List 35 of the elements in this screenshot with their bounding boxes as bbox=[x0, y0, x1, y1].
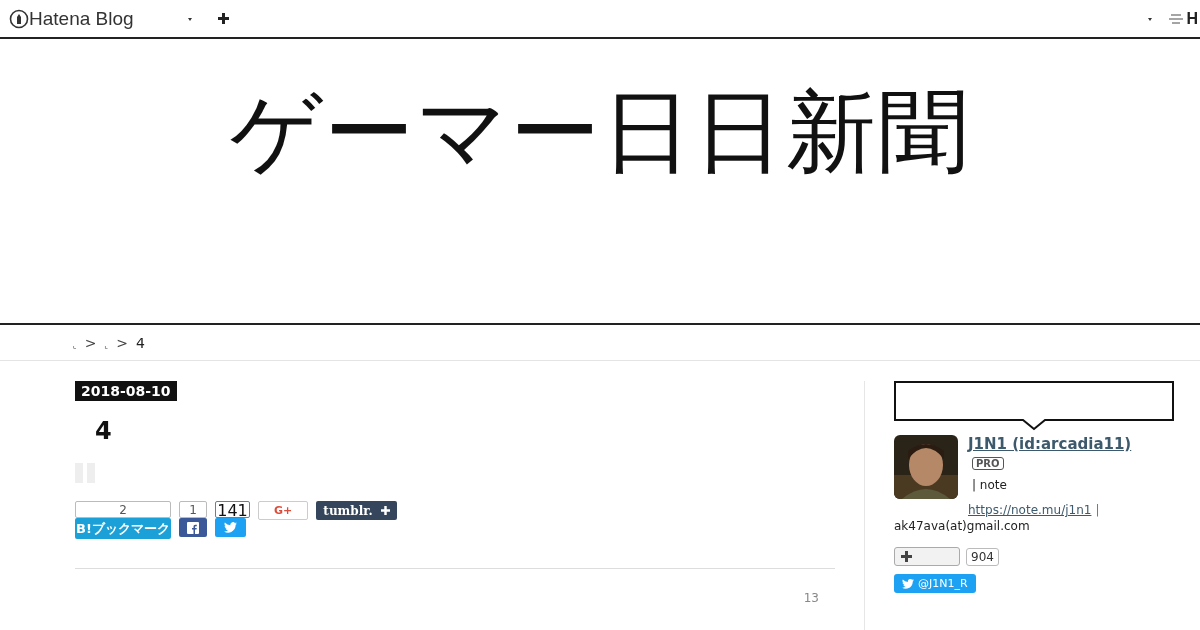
entry-date[interactable]: 2018-08-10 bbox=[75, 381, 177, 401]
caret-icon[interactable] bbox=[185, 15, 194, 22]
facebook-button[interactable] bbox=[179, 518, 207, 537]
user-menu-text[interactable]: H bbox=[1186, 9, 1198, 28]
bird-icon bbox=[224, 522, 237, 533]
bird-icon bbox=[902, 578, 914, 589]
bio-text: | note bbox=[972, 478, 1007, 492]
twitter-button[interactable] bbox=[215, 518, 246, 537]
tweet-count: 141 bbox=[215, 501, 250, 518]
facebook-icon bbox=[187, 521, 199, 534]
breadcrumb-current: 4 bbox=[135, 334, 145, 351]
logo-text[interactable]: Hatena Blog bbox=[29, 7, 134, 30]
breadcrumb-separator: > bbox=[84, 334, 97, 351]
pro-badge: PRO bbox=[972, 457, 1004, 470]
plus-icon bbox=[901, 551, 912, 562]
count-text: 13 bbox=[803, 591, 819, 605]
separator-text: | bbox=[1095, 503, 1100, 517]
breadcrumb-link[interactable]: ⌞ bbox=[104, 341, 109, 350]
google-plus-button[interactable]: G+ bbox=[258, 501, 308, 520]
caret-icon[interactable] bbox=[1146, 15, 1155, 22]
entry-title[interactable]: 4 bbox=[95, 417, 112, 445]
user-name-link[interactable]: J1N1 (id:arcadia11) bbox=[968, 435, 1132, 453]
note-link[interactable]: https://note.mu/j1n1 bbox=[968, 503, 1092, 517]
bookmark-count: 2 bbox=[75, 501, 171, 518]
follower-count: 904 bbox=[966, 547, 999, 566]
plus-icon[interactable] bbox=[217, 13, 229, 24]
breadcrumb-separator: > bbox=[116, 334, 128, 351]
email-text: ak47ava(at)gmail.com bbox=[894, 519, 1030, 533]
plus-icon bbox=[380, 506, 390, 515]
breadcrumb-link[interactable]: ⌞ bbox=[73, 341, 77, 350]
share-count: 1 bbox=[179, 501, 207, 518]
follow-button[interactable] bbox=[894, 547, 960, 566]
logo-icon bbox=[9, 8, 29, 29]
blog-title[interactable]: ゲーマー日日新聞 bbox=[230, 77, 970, 187]
tumblr-button[interactable]: tumblr. bbox=[316, 501, 397, 520]
